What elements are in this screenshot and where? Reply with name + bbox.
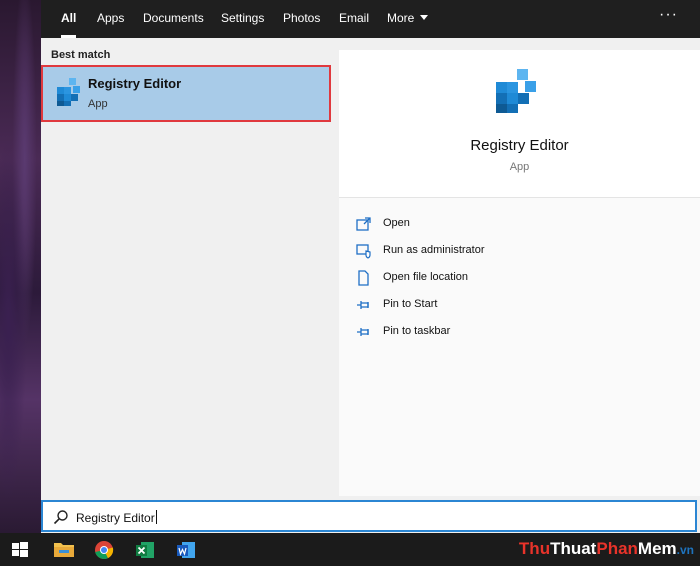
action-label: Open file location [383, 271, 468, 283]
pin-icon [357, 301, 369, 309]
chrome-icon [95, 541, 114, 560]
search-box[interactable]: Registry Editor [41, 500, 697, 532]
search-input[interactable]: Registry Editor [76, 510, 157, 525]
tab-settings[interactable]: Settings [221, 0, 264, 38]
shield-icon [356, 244, 371, 259]
tab-photos[interactable]: Photos [283, 0, 320, 38]
taskbar: ThuThuatPhanMem.vn [0, 533, 700, 566]
taskbar-file-explorer[interactable] [43, 533, 83, 566]
search-input-text: Registry Editor [76, 511, 155, 525]
desktop-wallpaper [0, 0, 42, 533]
search-panel: All Apps Documents Settings Photos Email… [41, 0, 700, 533]
action-label: Pin to Start [383, 298, 438, 310]
taskbar-chrome[interactable] [84, 533, 124, 566]
tab-more-label: More [387, 11, 415, 25]
taskbar-word[interactable] [166, 533, 206, 566]
result-subtitle: App [88, 98, 108, 110]
result-registry-editor[interactable]: Registry Editor App [41, 65, 331, 122]
tab-apps[interactable]: Apps [97, 0, 124, 38]
tab-all[interactable]: All [61, 0, 77, 38]
open-window-icon [356, 217, 371, 231]
section-label-best-match: Best match [51, 49, 111, 61]
result-title: Registry Editor [88, 76, 182, 91]
windows-start-button[interactable] [0, 533, 40, 566]
taskbar-excel[interactable] [125, 533, 165, 566]
preview-pane: Registry Editor App Open Run as administ… [339, 50, 700, 496]
tab-documents[interactable]: Documents [143, 0, 204, 38]
file-location-icon [358, 270, 369, 286]
preview-subtitle: App [509, 161, 530, 173]
more-options-icon[interactable]: ··· [659, 0, 678, 38]
action-label: Run as administrator [383, 244, 485, 256]
search-icon [53, 510, 68, 525]
pin-icon [357, 328, 369, 336]
watermark-logo: ThuThuatPhanMem.vn [518, 539, 694, 558]
tab-more[interactable]: More [387, 0, 429, 38]
preview-title: Registry Editor [470, 137, 569, 154]
action-label: Pin to taskbar [383, 325, 451, 337]
action-label: Open [383, 217, 410, 229]
results-list: Best match Registry Editor App [41, 38, 331, 496]
chevron-down-icon [420, 15, 429, 20]
preview-header: Registry Editor App [339, 50, 700, 198]
search-tabs-bar: All Apps Documents Settings Photos Email… [41, 0, 700, 38]
tab-email[interactable]: Email [339, 0, 369, 38]
word-icon [177, 542, 195, 558]
file-explorer-icon [54, 543, 74, 557]
registry-editor-icon [496, 69, 536, 113]
excel-icon [136, 542, 154, 558]
registry-editor-icon [57, 78, 80, 106]
windows-start-icon [12, 542, 28, 557]
text-caret [155, 510, 157, 524]
